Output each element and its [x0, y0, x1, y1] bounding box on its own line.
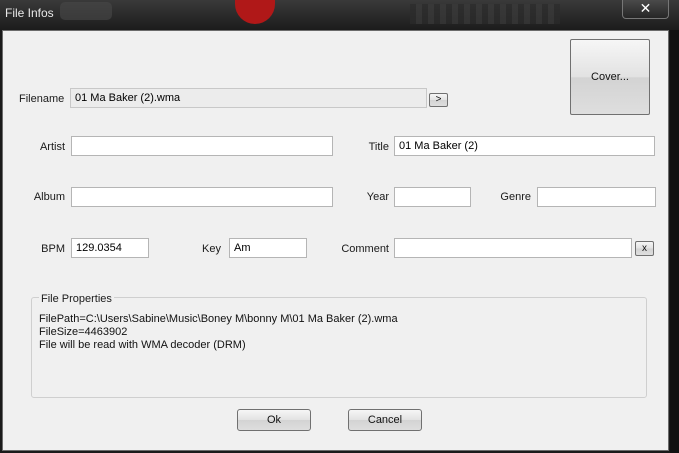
artist-label: Artist	[39, 141, 65, 153]
filename-browse-button[interactable]: >	[429, 93, 448, 107]
comment-label: Comment	[341, 243, 389, 255]
album-label: Album	[33, 191, 65, 203]
clear-icon: x	[642, 243, 647, 254]
cancel-button[interactable]: Cancel	[348, 409, 422, 431]
title-label: Title	[368, 141, 389, 153]
close-button[interactable]: ✕	[622, 0, 669, 19]
ok-button-label: Ok	[266, 414, 282, 426]
comment-clear-button[interactable]: x	[635, 241, 654, 256]
window-edge	[670, 30, 679, 453]
background-record-button	[235, 0, 275, 24]
background-player-waveform	[410, 4, 560, 24]
file-info-dialog: Cover... Filename 01 Ma Baker (2).wma > …	[2, 30, 669, 451]
cancel-button-label: Cancel	[367, 414, 403, 426]
year-label: Year	[366, 191, 389, 203]
artist-field[interactable]	[71, 136, 333, 156]
bpm-field[interactable]: 129.0354	[71, 238, 149, 258]
file-properties-text: FilePath=C:\Users\Sabine\Music\Boney M\b…	[39, 313, 398, 352]
close-icon: ✕	[639, 0, 652, 16]
file-size-line: FileSize=4463902	[39, 326, 128, 338]
cover-button[interactable]: Cover...	[570, 39, 650, 115]
title-field[interactable]: 01 Ma Baker (2)	[394, 136, 655, 156]
genre-label: Genre	[500, 191, 531, 203]
key-field[interactable]: Am	[229, 238, 307, 258]
bpm-label: BPM	[41, 243, 65, 255]
title-bar[interactable]: File Infos ✕	[0, 0, 679, 30]
filename-label: Filename	[19, 93, 65, 105]
decoder-line: File will be read with WMA decoder (DRM)	[39, 339, 246, 351]
file-path-line: FilePath=C:\Users\Sabine\Music\Boney M\b…	[39, 313, 398, 325]
window-title: File Infos	[5, 6, 54, 20]
background-player-controls	[60, 2, 112, 20]
album-field[interactable]	[71, 187, 333, 207]
ok-button[interactable]: Ok	[237, 409, 311, 431]
key-label: Key	[202, 243, 221, 255]
comment-field[interactable]	[394, 238, 632, 258]
filename-field[interactable]: 01 Ma Baker (2).wma	[70, 88, 427, 108]
file-properties-heading: File Properties	[39, 293, 114, 305]
browse-icon: >	[435, 94, 442, 105]
cover-button-label: Cover...	[591, 71, 629, 83]
year-field[interactable]	[394, 187, 471, 207]
genre-field[interactable]	[537, 187, 656, 207]
